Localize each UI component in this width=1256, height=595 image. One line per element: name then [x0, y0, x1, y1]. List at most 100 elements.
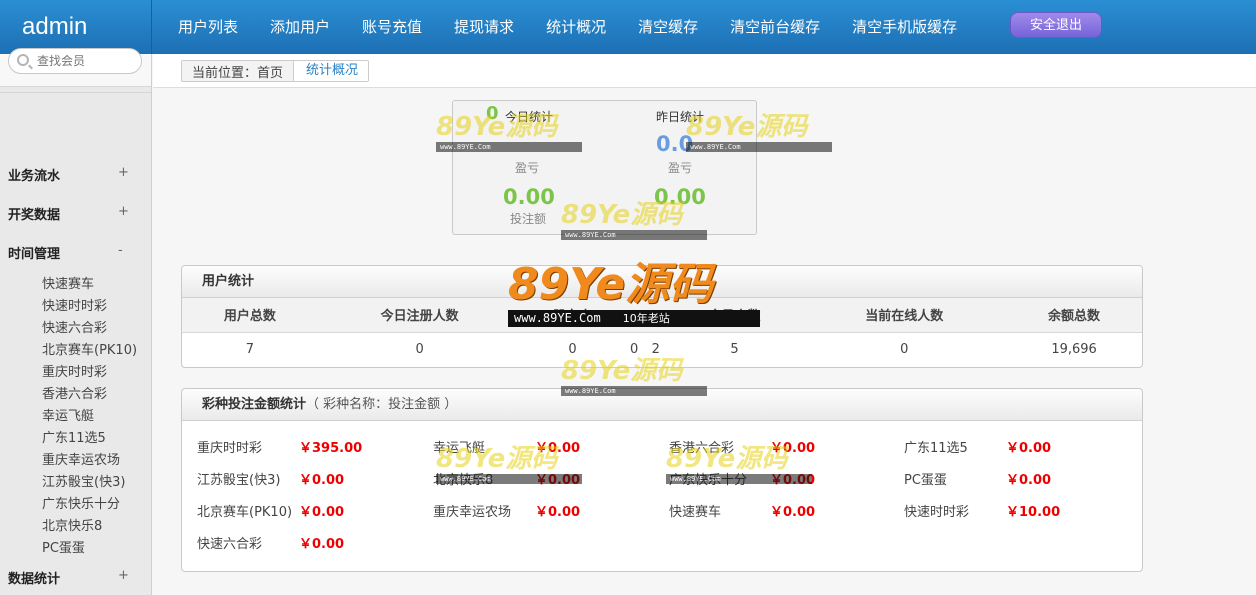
lottery-amount: ￥0.00: [535, 505, 581, 520]
sidebar-item[interactable]: 快速赛车: [42, 273, 94, 292]
nav-clear-cache[interactable]: 清空缓存: [622, 0, 714, 54]
lottery-name: PC蛋蛋: [904, 473, 947, 488]
column-header: 今日注册人数: [317, 298, 522, 333]
main-nav: 用户列表 添加用户 账号充值 提现请求 统计概况 清空缓存 清空前台缓存 清空手…: [162, 0, 973, 54]
lottery-name: 重庆幸运农场: [433, 505, 512, 520]
table-cell: 0: [900, 341, 909, 357]
panel-title: 彩种投注金额统计（ 彩种名称：投注金额 ）: [182, 389, 1142, 421]
nav-account-recharge[interactable]: 账号充值: [346, 0, 438, 54]
nav-withdraw-requests[interactable]: 提现请求: [438, 0, 530, 54]
lottery-amount: ￥0.00: [535, 441, 581, 456]
column-header: 余额总数: [1006, 298, 1142, 333]
nav-statistics-overview[interactable]: 统计概况: [530, 0, 622, 54]
lottery-name: 北京快乐8: [433, 473, 494, 488]
sidebar-item[interactable]: 香港六合彩: [42, 383, 107, 402]
nav-clear-front-cache[interactable]: 清空前台缓存: [714, 0, 836, 54]
brand-title: admin: [0, 0, 152, 54]
yesterday-profit-label: 盈亏: [668, 161, 693, 175]
expand-icon[interactable]: +: [118, 568, 129, 583]
lottery-amount: ￥0.00: [770, 441, 816, 456]
column-header: 会员人数: [666, 298, 803, 333]
panel-title-text: 彩种投注金额统计: [202, 397, 307, 412]
sidebar-item[interactable]: 快速时时彩: [42, 295, 107, 314]
lottery-name: 香港六合彩: [669, 441, 735, 456]
sidebar-section-business-flow[interactable]: 业务流水: [8, 165, 60, 184]
table-cell: 19,696: [1051, 341, 1097, 357]
lottery-name: 江苏骰宝(快3): [197, 473, 281, 488]
table-cell: 0: [630, 341, 639, 357]
column-header: 股东人: [521, 298, 624, 333]
breadcrumb: 当前位置：首页 统计概况: [181, 60, 370, 82]
sidebar-section-data-stats[interactable]: 数据统计: [8, 568, 60, 587]
lottery-amount: ￥0.00: [1006, 473, 1052, 488]
nav-user-list[interactable]: 用户列表: [162, 0, 254, 54]
table-row: 7 0 0 0 2 5 0 19,696: [182, 332, 1142, 366]
breadcrumb-home[interactable]: 当前位置：首页: [182, 62, 293, 81]
panel-title: 用户统计: [182, 266, 1142, 298]
lottery-amount: ￥10.00: [1006, 505, 1061, 520]
table-cell: 5: [730, 341, 739, 357]
sidebar-item[interactable]: 广东11选5: [42, 427, 106, 446]
column-header: [645, 298, 667, 333]
lottery-name: 幸运飞艇: [433, 441, 486, 456]
nav-clear-mobile-cache[interactable]: 清空手机版缓存: [836, 0, 973, 54]
sidebar-section-draw-data[interactable]: 开奖数据: [8, 204, 60, 223]
table-cell: 7: [245, 341, 255, 357]
lottery-name: 广东11选5: [904, 441, 968, 456]
table-cell: 0: [415, 341, 424, 357]
lottery-name: 重庆时时彩: [197, 441, 263, 456]
today-profit-label: 盈亏: [515, 161, 540, 175]
breadcrumb-bar: 当前位置：首页 统计概况: [153, 54, 1256, 88]
logout-button[interactable]: 安全退出: [1010, 12, 1102, 38]
lottery-name: 快速六合彩: [197, 537, 263, 552]
lottery-amount: ￥0.00: [770, 473, 816, 488]
sidebar-item[interactable]: 重庆幸运农场: [42, 449, 120, 468]
yesterday-bet-value: 0.00: [654, 185, 706, 209]
search-input[interactable]: [37, 53, 137, 69]
lottery-amount: ￥0.00: [299, 473, 345, 488]
sidebar-item[interactable]: 北京快乐8: [42, 515, 102, 534]
table-header-row: 用户总数 今日注册人数 股东人 会员人数 当前在线人数 余额总数: [182, 298, 1142, 333]
top-bar: admin 用户列表 添加用户 账号充值 提现请求 统计概况 清空缓存 清空前台…: [0, 0, 1256, 54]
column-header: [623, 298, 645, 333]
user-stats-panel: 用户统计 用户总数 今日注册人数 股东人 会员人数 当前在线人数 余额总数 7 …: [181, 265, 1143, 368]
lottery-amount: ￥0.00: [299, 505, 345, 520]
today-stats-title: 今日统计: [505, 110, 554, 124]
sidebar-item[interactable]: PC蛋蛋: [42, 537, 85, 556]
lottery-amount: ￥0.00: [770, 505, 816, 520]
column-header: 用户总数: [182, 298, 318, 333]
lottery-name: 广东快乐十分: [669, 473, 748, 488]
panel-title-note: （ 彩种名称：投注金额 ）: [306, 397, 458, 412]
expand-icon[interactable]: +: [118, 204, 129, 219]
lottery-name: 快速时时彩: [904, 505, 970, 520]
user-stats-table: 用户总数 今日注册人数 股东人 会员人数 当前在线人数 余额总数 7 0 0 0…: [182, 298, 1142, 366]
lottery-name: 北京赛车(PK10): [197, 505, 293, 520]
table-cell: 0: [568, 341, 577, 357]
nav-add-user[interactable]: 添加用户: [254, 0, 346, 54]
table-cell: 2: [651, 341, 660, 357]
column-header: 当前在线人数: [802, 298, 1007, 333]
sidebar-item[interactable]: 快速六合彩: [42, 317, 107, 336]
expand-icon[interactable]: +: [118, 165, 129, 180]
sidebar-item[interactable]: 北京赛车(PK10): [42, 339, 137, 358]
today-bet-label: 投注额: [510, 212, 547, 226]
yesterday-stats-title: 昨日统计: [656, 110, 705, 124]
sidebar-item[interactable]: 重庆时时彩: [42, 361, 107, 380]
lottery-amount: ￥395.00: [299, 441, 363, 456]
sidebar-divider: [0, 92, 151, 93]
sidebar-item[interactable]: 幸运飞艇: [42, 405, 94, 424]
breadcrumb-current: 统计概况: [293, 61, 369, 81]
sidebar-section-time-management[interactable]: 时间管理: [8, 243, 60, 262]
today-profit-value: 0: [486, 103, 499, 124]
lottery-name: 快速赛车: [669, 505, 722, 520]
sidebar-item[interactable]: 广东快乐十分: [42, 493, 120, 512]
sidebar-item[interactable]: 江苏骰宝(快3): [42, 471, 125, 490]
lottery-amount: ￥0.00: [1006, 441, 1052, 456]
member-search[interactable]: [8, 48, 142, 74]
lottery-amount: ￥0.00: [535, 473, 581, 488]
yesterday-profit-value: 0.0: [656, 132, 694, 156]
lottery-amount: ￥0.00: [299, 537, 345, 552]
search-icon: [17, 54, 29, 66]
collapse-icon[interactable]: -: [118, 243, 123, 258]
today-bet-value: 0.00: [503, 185, 555, 209]
